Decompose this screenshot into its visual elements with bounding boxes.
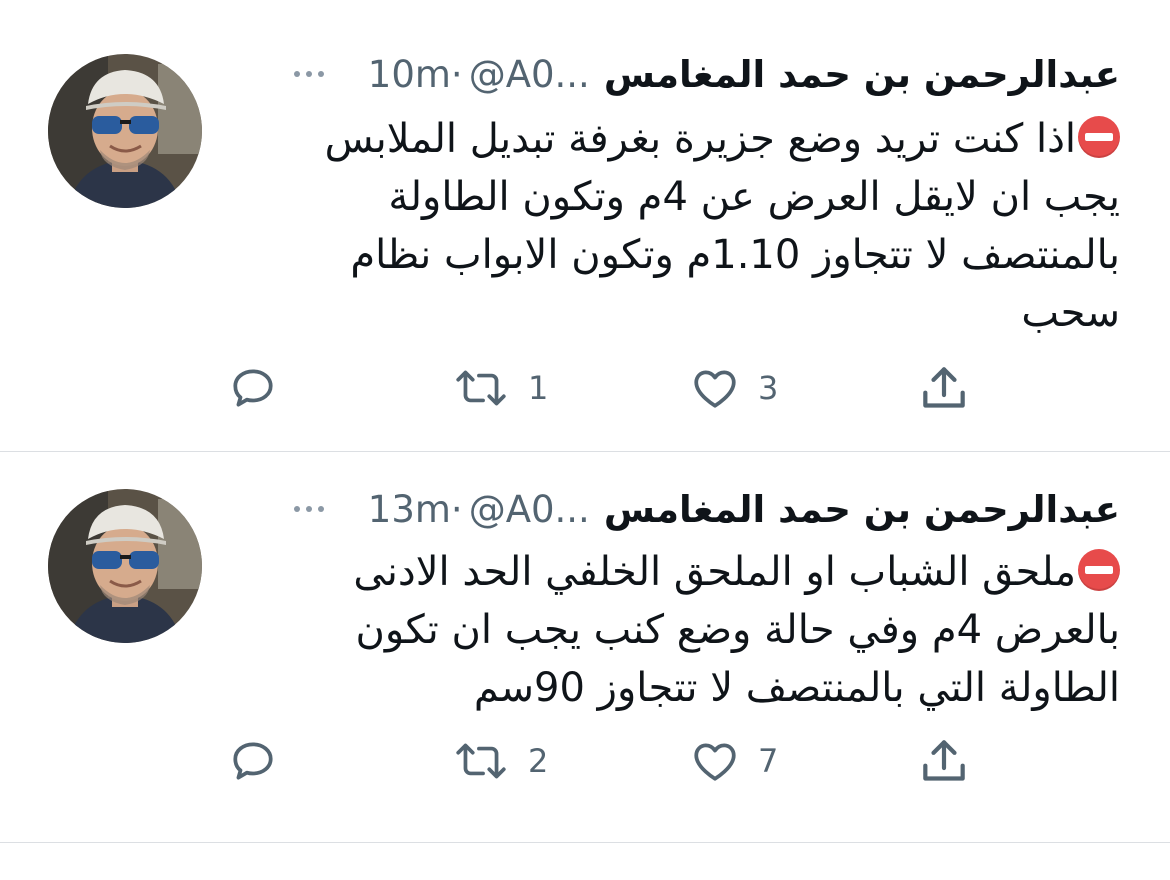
author-name[interactable]: عبدالرحمن بن حمد المغامس xyxy=(604,488,1120,531)
share-button[interactable] xyxy=(916,358,972,418)
author-name[interactable]: عبدالرحمن بن حمد المغامس xyxy=(604,53,1120,96)
retweet-icon xyxy=(456,370,506,406)
tweet[interactable]: عبدالرحمن بن حمد المغامس @A0... · 10m اذ… xyxy=(0,0,1170,452)
no-entry-icon xyxy=(1078,549,1120,591)
tweet-body: اذا كنت تريد وضع جزيرة بغرفة تبديل الملا… xyxy=(324,116,1120,336)
retweet-icon xyxy=(456,743,506,779)
like-count: 7 xyxy=(758,742,779,780)
like-icon xyxy=(694,743,736,781)
reply-button[interactable] xyxy=(228,731,278,791)
avatar[interactable] xyxy=(48,489,202,643)
share-button[interactable] xyxy=(916,731,972,791)
separator-dot: · xyxy=(450,487,463,531)
tweet-actions: 1 3 xyxy=(0,358,1170,418)
retweet-count: 1 xyxy=(528,369,549,407)
reply-icon xyxy=(233,742,273,780)
like-count: 3 xyxy=(758,369,779,407)
share-icon xyxy=(923,367,965,408)
share-icon xyxy=(923,740,965,781)
timestamp[interactable]: 13m xyxy=(368,488,451,531)
like-icon xyxy=(694,370,736,408)
retweet-button[interactable]: 2 xyxy=(452,731,548,791)
author-handle[interactable]: @A0... xyxy=(469,53,590,96)
retweet-count: 2 xyxy=(528,742,549,780)
tweet-actions: 2 7 xyxy=(0,731,1170,791)
tweet-header: عبدالرحمن بن حمد المغامس @A0... · 10m xyxy=(293,50,1120,98)
timestamp[interactable]: 10m xyxy=(368,53,451,96)
like-button[interactable]: 3 xyxy=(690,358,778,418)
avatar[interactable] xyxy=(48,54,202,208)
reply-button[interactable] xyxy=(228,358,278,418)
tweet-text: اذا كنت تريد وضع جزيرة بغرفة تبديل الملا… xyxy=(270,110,1120,342)
tweet[interactable]: عبدالرحمن بن حمد المغامس @A0... · 13m مل… xyxy=(0,452,1170,843)
separator-dot: · xyxy=(450,52,463,96)
retweet-button[interactable]: 1 xyxy=(452,358,548,418)
tweet-header: عبدالرحمن بن حمد المغامس @A0... · 13m xyxy=(293,485,1120,533)
tweet-text: ملحق الشباب او الملحق الخلفي الحد الادنى… xyxy=(270,543,1120,717)
more-icon[interactable] xyxy=(293,71,324,77)
no-entry-icon xyxy=(1078,116,1120,158)
tweet-body: ملحق الشباب او الملحق الخلفي الحد الادنى… xyxy=(353,549,1120,711)
author-handle[interactable]: @A0... xyxy=(469,488,590,531)
reply-icon xyxy=(233,369,273,407)
more-icon[interactable] xyxy=(293,506,324,512)
like-button[interactable]: 7 xyxy=(690,731,778,791)
